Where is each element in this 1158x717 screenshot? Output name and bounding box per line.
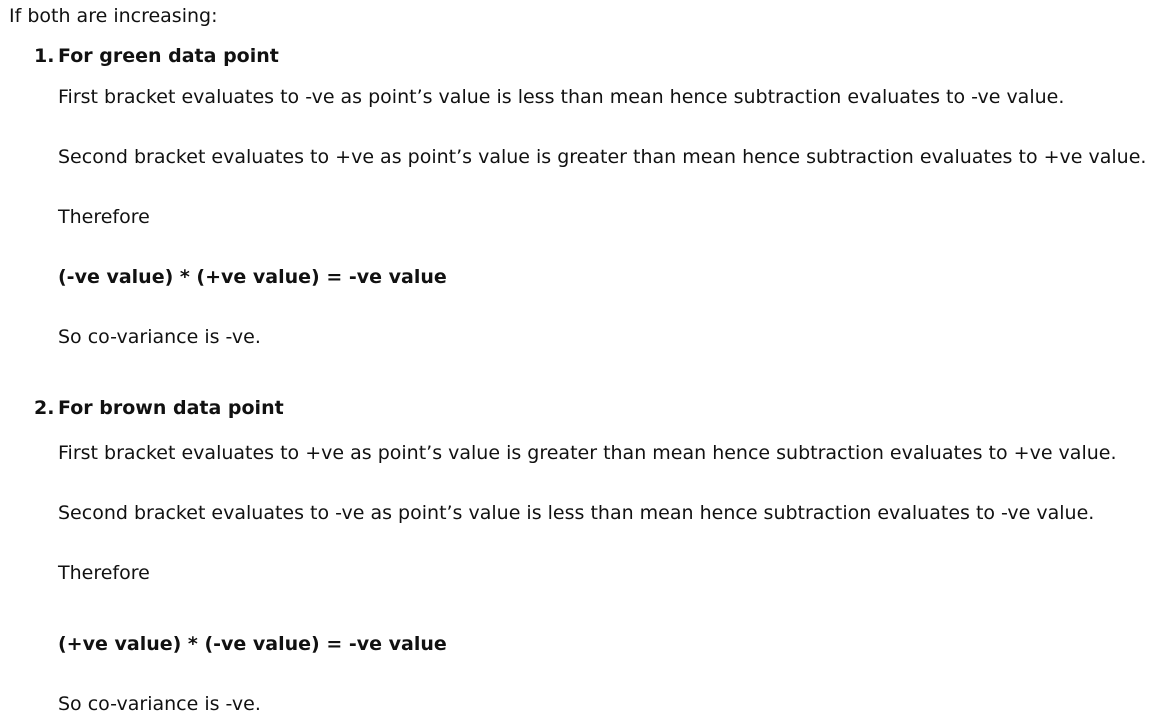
- second-bracket-text: Second bracket evaluates to -ve as point…: [58, 502, 1095, 524]
- intro-text: If both are increasing:: [9, 5, 218, 27]
- second-bracket-text: Second bracket evaluates to +ve as point…: [58, 146, 1147, 168]
- conclusion-text: So co-variance is -ve.: [58, 693, 261, 715]
- section-number: 1.: [34, 45, 55, 67]
- section-heading-brown: 2. For brown data point: [34, 396, 284, 420]
- conclusion-text: So co-variance is -ve.: [58, 326, 261, 348]
- therefore-text: Therefore: [58, 562, 150, 584]
- equation-text: (+ve value) * (-ve value) = -ve value: [58, 633, 447, 655]
- section-title: For green data point: [58, 45, 279, 67]
- first-bracket-text: First bracket evaluates to +ve as point’…: [58, 442, 1117, 464]
- first-bracket-text: First bracket evaluates to -ve as point’…: [58, 86, 1065, 108]
- section-title: For brown data point: [58, 397, 284, 419]
- equation-text: (-ve value) * (+ve value) = -ve value: [58, 266, 447, 288]
- section-heading-green: 1. For green data point: [34, 44, 279, 68]
- section-number: 2.: [34, 397, 55, 419]
- therefore-text: Therefore: [58, 206, 150, 228]
